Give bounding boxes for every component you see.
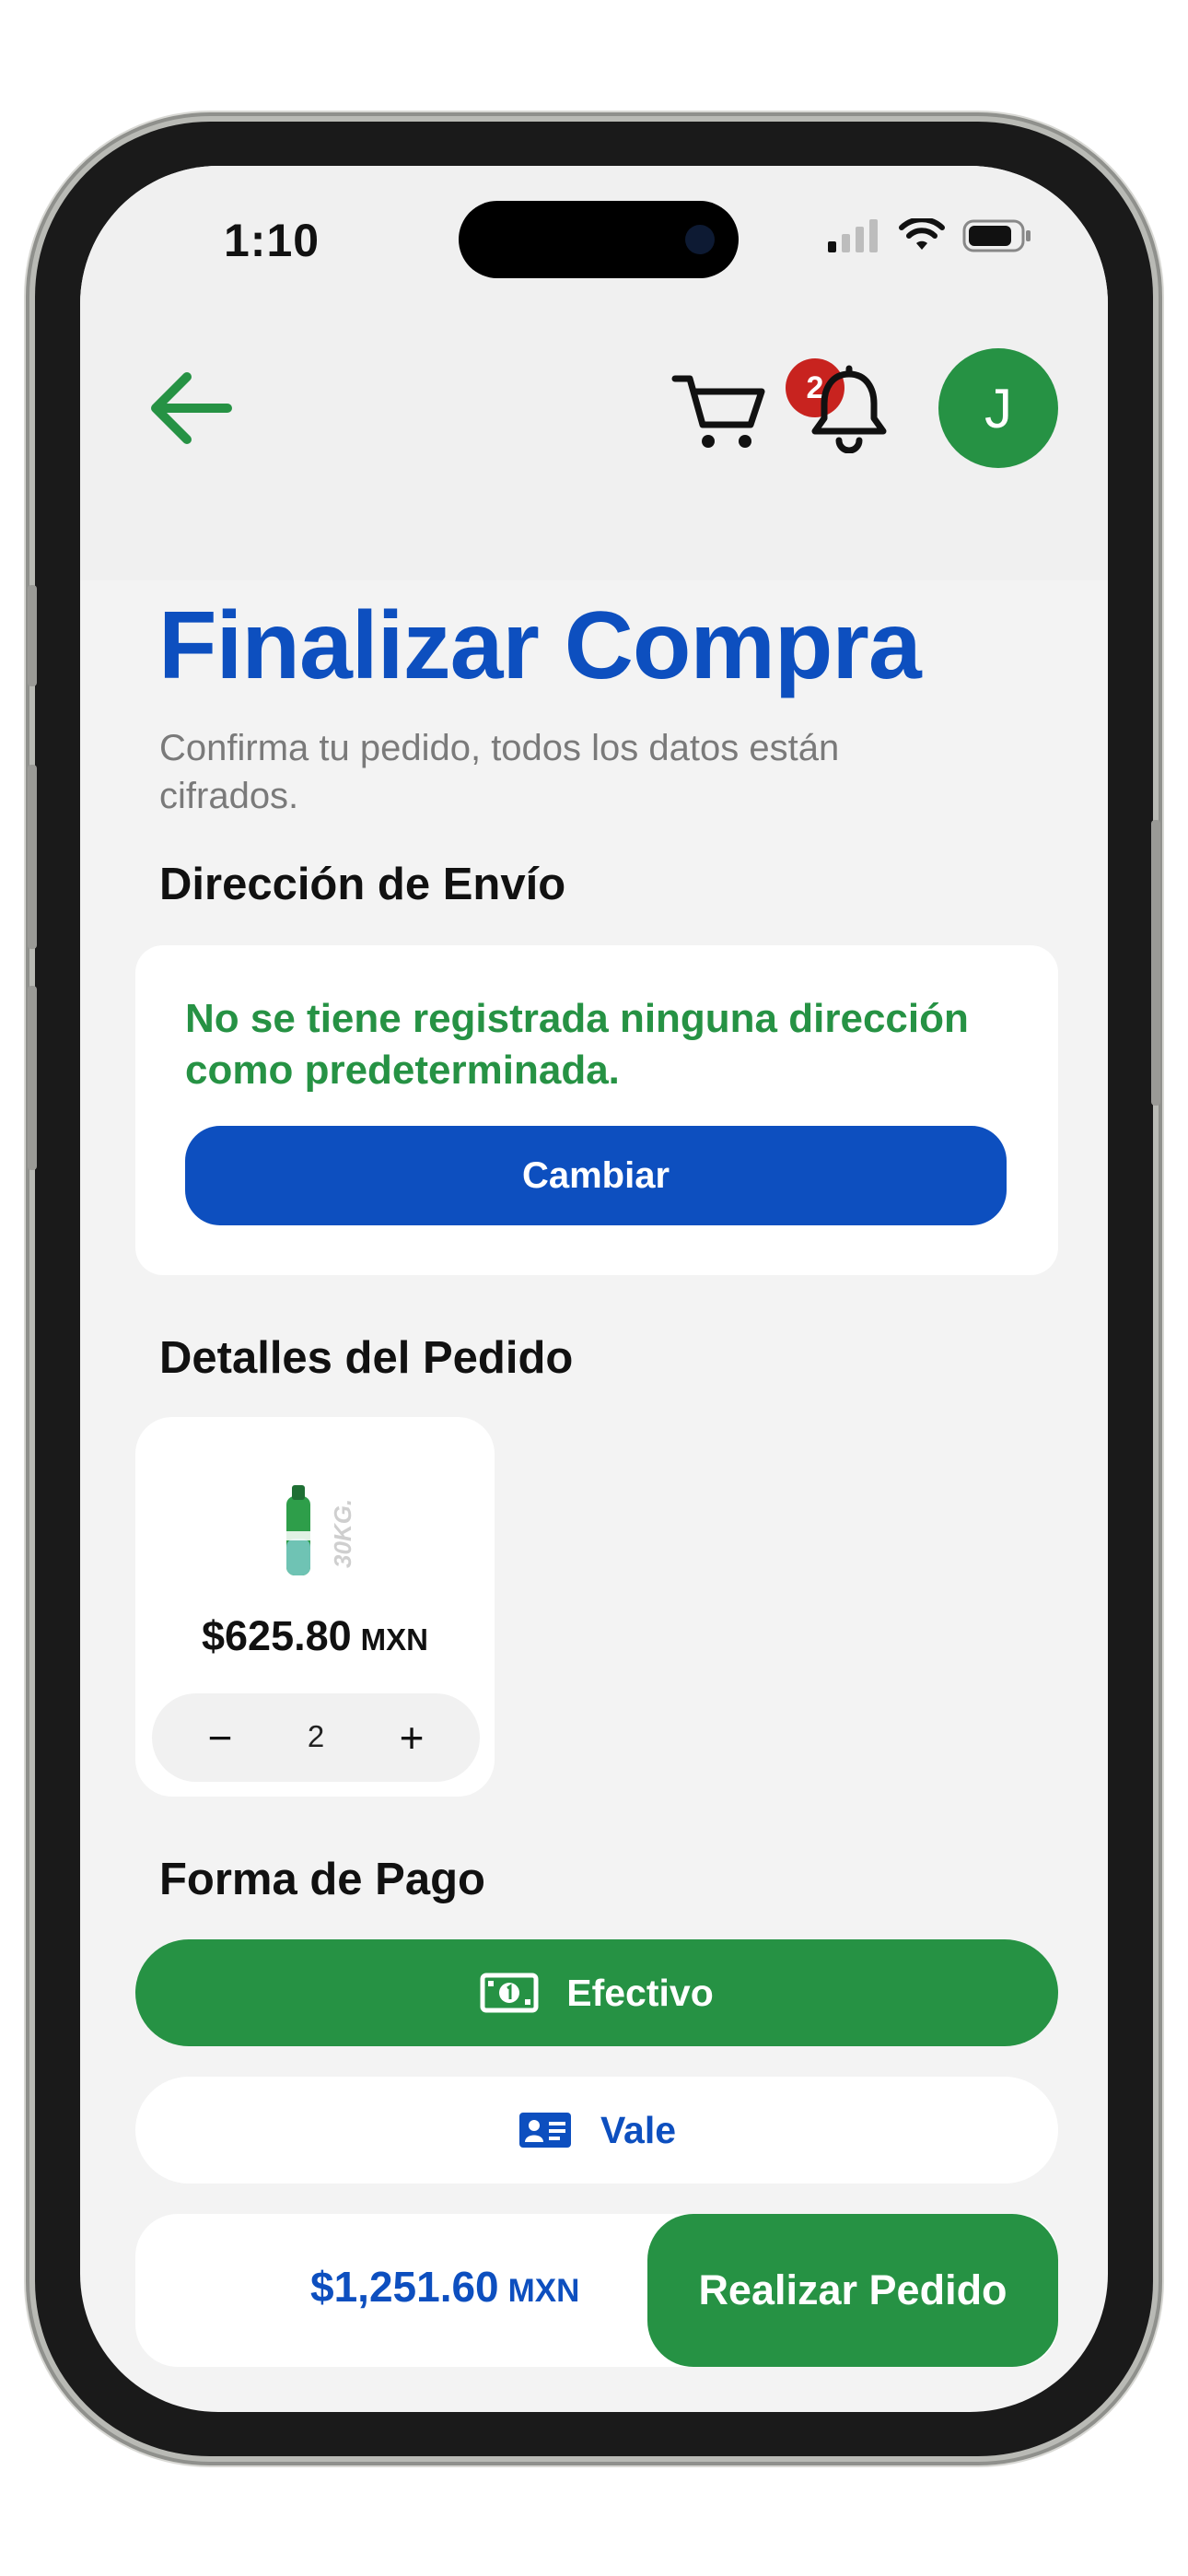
payment-section-title: Forma de Pago [159,1855,485,1904]
product-price: $625.80 MXN [135,1612,495,1660]
bell-icon [811,365,887,454]
product-price-currency: MXN [360,1622,428,1657]
silent-switch [28,585,37,686]
payment-cash-button[interactable]: Efectivo [135,1939,1058,2046]
quantity-stepper: − 2 + [152,1693,480,1782]
battery-icon [962,219,1031,252]
payment-voucher-label: Vale [600,2108,677,2151]
signal-icon [828,219,878,252]
no-address-message: No se tiene registrada ninguna dirección… [185,996,969,1093]
product-card: 30KG. $625.80 MXN − 2 + [135,1417,495,1797]
increase-quantity-button[interactable]: + [367,1693,456,1782]
wifi-icon [899,218,945,250]
shipping-section-title: Dirección de Envío [159,860,566,909]
product-price-amount: $625.80 [201,1612,352,1659]
arrow-left-icon [151,372,232,444]
checkout-footer: $1,251.60 MXN Realizar Pedido [135,2214,1058,2367]
dynamic-island [459,201,739,278]
page-title: Finalizar Compra [158,592,922,699]
order-total: $1,251.60 MXN [310,2262,579,2312]
app-screen: 1:10 2 J Finalizar Compra Confirma tu pe… [80,166,1108,2412]
volume-down-button [28,986,37,1170]
change-address-button[interactable]: Cambiar [185,1126,1007,1225]
status-time: 1:10 [224,215,320,266]
status-icons [828,217,1032,254]
payment-cash-label: Efectivo [566,1971,714,2014]
camera-dot [685,225,715,254]
cart-icon [671,375,765,448]
order-total-amount: $1,251.60 [310,2263,499,2311]
cart-button[interactable]: 2 [670,358,844,454]
user-avatar[interactable]: J [938,348,1058,468]
shipping-address-card: No se tiene registrada ninguna dirección… [135,945,1058,1275]
id-card-icon [518,2113,571,2148]
power-button [1151,820,1160,1106]
page-subtitle: Confirma tu pedido, todos los datos está… [159,728,840,816]
volume-up-button [28,765,37,949]
cash-icon [480,1973,539,2013]
place-order-button[interactable]: Realizar Pedido [647,2214,1058,2367]
back-button[interactable] [145,362,237,454]
notifications-button[interactable] [808,365,891,454]
order-section-title: Detalles del Pedido [159,1333,574,1383]
order-total-currency: MXN [507,2273,580,2309]
payment-voucher-button[interactable]: Vale [135,2077,1058,2184]
cylinder-weight-label: 30KG. [329,1498,356,1568]
gas-cylinder-image: 30KG. [274,1480,366,1579]
